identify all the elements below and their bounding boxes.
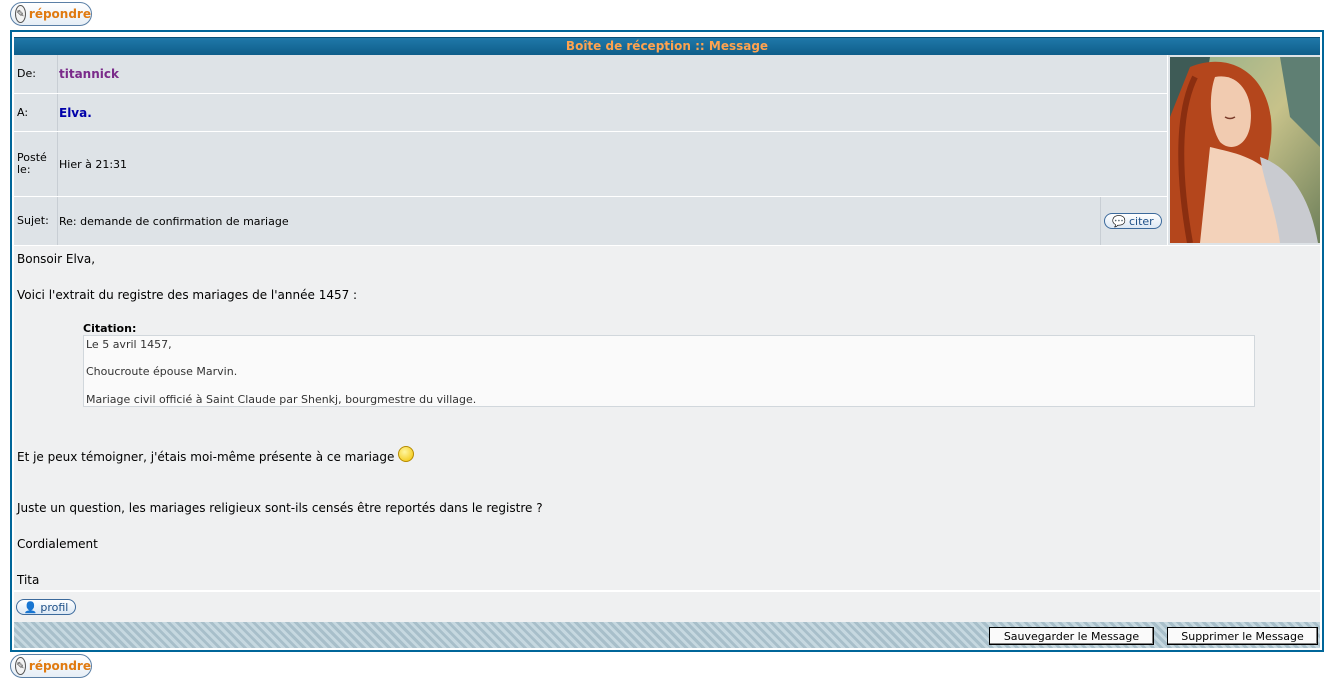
reply-icon: ✎ xyxy=(15,5,26,23)
message-frame: Boîte de réception :: Message De: titann… xyxy=(10,30,1324,652)
body-line-4: Cordialement xyxy=(17,537,98,551)
reply-button-top[interactable]: ✎ répondre xyxy=(10,2,92,26)
subject-value: Re: demande de confirmation de mariage xyxy=(59,214,289,228)
date-label: Posté le: xyxy=(14,132,58,196)
avatar-cell xyxy=(1168,55,1320,245)
body-line-2-wrap: Et je peux témoigner, j'étais moi-même p… xyxy=(17,446,415,464)
footer-bar: Sauvegarder le Message Supprimer le Mess… xyxy=(14,622,1320,648)
body-line-1: Voici l'extrait du registre des mariages… xyxy=(17,288,358,302)
from-user-link[interactable]: titannick xyxy=(59,67,119,81)
reply-label: répondre xyxy=(28,7,91,21)
reply-label: répondre xyxy=(28,659,91,673)
body-line-3: Juste un question, les mariages religieu… xyxy=(17,501,543,515)
from-row: De: titannick xyxy=(14,55,1167,94)
profile-button-label: profil xyxy=(40,600,69,614)
save-message-button[interactable]: Sauvegarder le Message xyxy=(989,627,1154,645)
date-row: Posté le: Hier à 21:31 xyxy=(14,132,1167,197)
quote-title: Citation: xyxy=(83,322,137,335)
divider xyxy=(1100,197,1101,245)
quote-line: Choucroute épouse Marvin. xyxy=(86,365,238,378)
greeting-text: Bonsoir Elva, xyxy=(17,252,96,266)
smiley-icon xyxy=(398,446,415,462)
quote-button-label: citer xyxy=(1128,214,1154,228)
profile-button[interactable]: 👤 profil xyxy=(16,599,76,615)
subject-row: Sujet: Re: demande de confirmation de ma… xyxy=(14,197,1167,246)
subject-label: Sujet: xyxy=(14,197,58,245)
quote-line: Mariage civil officié à Saint Claude par… xyxy=(86,393,477,406)
from-label: De: xyxy=(14,55,58,93)
avatar xyxy=(1170,57,1320,243)
quote-button[interactable]: 💬 citer xyxy=(1104,213,1162,229)
date-value: Hier à 21:31 xyxy=(59,157,128,171)
reply-button-bottom[interactable]: ✎ répondre xyxy=(10,654,92,678)
user-icon: 👤 xyxy=(23,600,38,614)
quote-icon: 💬 xyxy=(1112,214,1126,228)
page-title: Boîte de réception :: Message xyxy=(14,37,1320,55)
quote-box: Le 5 avril 1457, Choucroute épouse Marvi… xyxy=(83,335,1255,407)
reply-icon: ✎ xyxy=(15,657,26,675)
to-user-link[interactable]: Elva. xyxy=(59,106,92,120)
quote-line: Le 5 avril 1457, xyxy=(86,338,172,351)
message-body: Bonsoir Elva, Voici l'extrait du registr… xyxy=(14,246,1320,590)
to-row: A: Elva. xyxy=(14,94,1167,132)
body-line-2: Et je peux témoigner, j'étais moi-même p… xyxy=(17,450,395,464)
to-label: A: xyxy=(14,94,58,131)
signature: Tita xyxy=(17,573,40,587)
delete-message-button[interactable]: Supprimer le Message xyxy=(1167,627,1318,645)
profile-row: 👤 profil xyxy=(14,591,1320,622)
